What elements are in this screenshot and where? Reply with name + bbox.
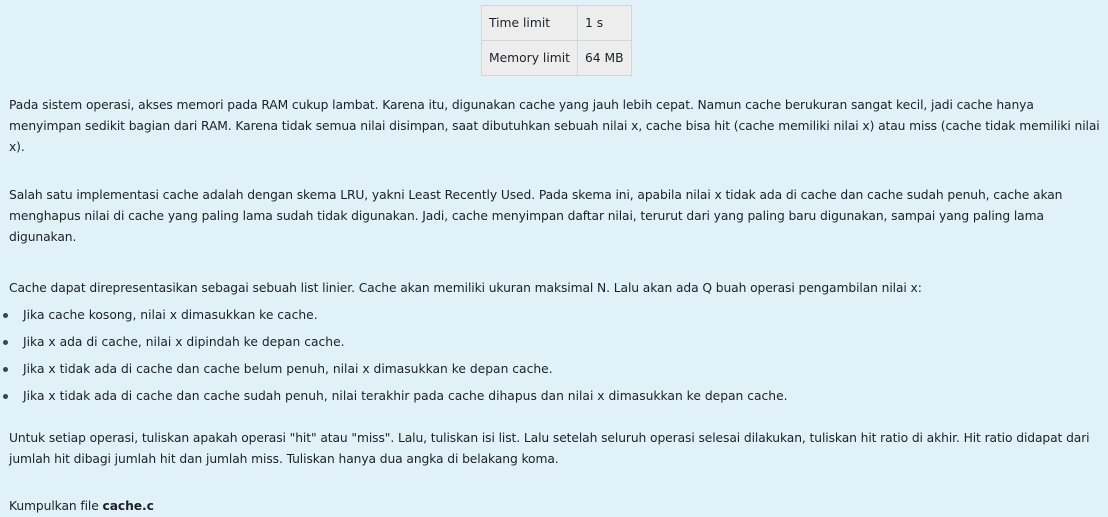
memory-limit-row: Memory limit 64 MB: [481, 40, 632, 76]
list-item-text: Jika cache kosong, nilai x dimasukkan ke…: [23, 308, 318, 322]
list-item: Jika x tidak ada di cache dan cache suda…: [3, 386, 1105, 413]
list-item: Jika x tidak ada di cache dan cache belu…: [3, 359, 1105, 386]
problem-description: Pada sistem operasi, akses memori pada R…: [3, 95, 1105, 517]
list-item-text: Jika x tidak ada di cache dan cache belu…: [23, 362, 553, 376]
submit-filename: cache.c: [102, 499, 154, 513]
list-item: Jika x ada di cache, nilai x dipindah ke…: [3, 332, 1105, 359]
memory-limit-value: 64 MB: [576, 40, 632, 76]
bullet-icon: [3, 313, 8, 318]
list-item-text: Jika x ada di cache, nilai x dipindah ke…: [23, 335, 345, 349]
paragraph-output: Untuk setiap operasi, tuliskan apakah op…: [9, 431, 1090, 466]
paragraph-list: Cache dapat direpresentasikan sebagai se…: [9, 281, 922, 295]
paragraph-lru: Salah satu implementasi cache adalah den…: [9, 188, 1063, 244]
list-item-text: Jika x tidak ada di cache dan cache suda…: [23, 389, 788, 403]
limits-table: Time limit 1 s Memory limit 64 MB: [481, 5, 632, 76]
submit-prefix: Kumpulkan file: [9, 499, 103, 513]
operation-rules-list: Jika cache kosong, nilai x dimasukkan ke…: [3, 305, 1105, 413]
bullet-icon: [3, 340, 8, 345]
time-limit-row: Time limit 1 s: [481, 5, 632, 41]
time-limit-value: 1 s: [576, 5, 632, 41]
bullet-icon: [3, 394, 8, 399]
memory-limit-label: Memory limit: [481, 40, 578, 76]
paragraph-submit: Kumpulkan file cache.c: [9, 496, 1105, 517]
time-limit-label: Time limit: [481, 5, 578, 41]
bullet-icon: [3, 367, 8, 372]
paragraph-intro: Pada sistem operasi, akses memori pada R…: [9, 98, 1100, 154]
list-item: Jika cache kosong, nilai x dimasukkan ke…: [3, 305, 1105, 332]
